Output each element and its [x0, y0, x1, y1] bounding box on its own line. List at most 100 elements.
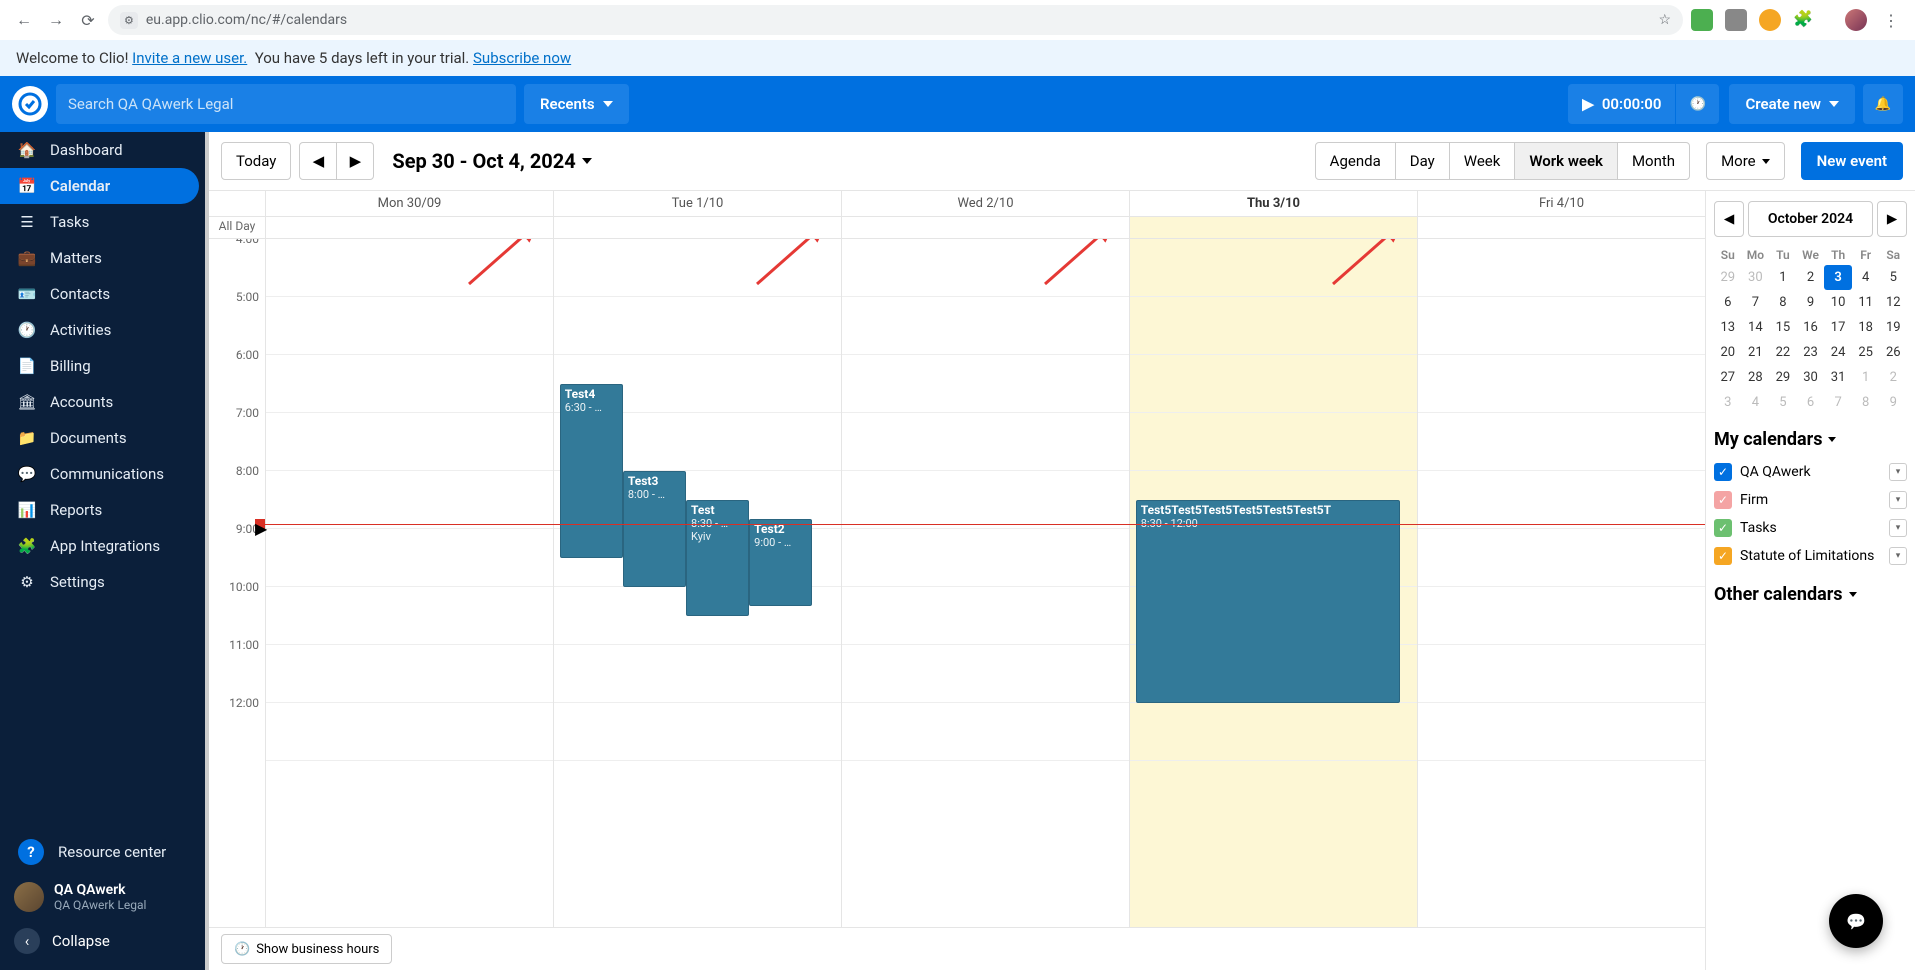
profile-avatar[interactable]	[1845, 9, 1867, 31]
new-event-button[interactable]: New event	[1801, 142, 1903, 180]
mini-day[interactable]: 29	[1714, 265, 1742, 290]
url-bar[interactable]: ⚙ eu.app.clio.com/nc/#/calendars ☆	[108, 5, 1683, 35]
day-column[interactable]	[841, 239, 1129, 927]
mini-day[interactable]: 30	[1742, 265, 1770, 290]
site-info-icon[interactable]: ⚙	[120, 12, 138, 29]
date-range-picker[interactable]: Sep 30 - Oct 4, 2024	[392, 149, 591, 173]
calendar-checkbox[interactable]: ✓	[1714, 491, 1732, 509]
mini-day[interactable]: 12	[1879, 290, 1907, 315]
sidebar-item-calendar[interactable]: 📅Calendar	[0, 168, 199, 204]
mini-day[interactable]: 29	[1769, 365, 1797, 390]
view-month[interactable]: Month	[1617, 142, 1690, 180]
prev-button[interactable]: ◀	[299, 142, 337, 180]
browser-forward-icon[interactable]: →	[44, 8, 68, 32]
allday-cell[interactable]	[265, 217, 553, 238]
mini-day[interactable]: 20	[1714, 340, 1742, 365]
mini-day[interactable]: 8	[1852, 390, 1880, 415]
mini-day[interactable]: 1	[1852, 365, 1880, 390]
mini-day[interactable]: 7	[1742, 290, 1770, 315]
day-column[interactable]: Test5Test5Test5Test5Test5Test5T8:30 - 12…	[1129, 239, 1417, 927]
extensions-icon[interactable]: 🧩	[1793, 9, 1815, 31]
recents-button[interactable]: Recents	[524, 84, 629, 124]
show-business-hours-button[interactable]: 🕐 Show business hours	[221, 934, 392, 964]
today-button[interactable]: Today	[221, 142, 291, 180]
allday-cell[interactable]	[1129, 217, 1417, 238]
next-button[interactable]: ▶	[336, 142, 374, 180]
mini-day[interactable]: 4	[1852, 265, 1880, 290]
calendar-grid[interactable]: 4:005:006:007:008:009:0010:0011:0012:00 …	[209, 239, 1705, 927]
view-day[interactable]: Day	[1395, 142, 1450, 180]
mini-day[interactable]: 13	[1714, 315, 1742, 340]
sidebar-item-tasks[interactable]: ☰Tasks	[0, 204, 205, 240]
day-column[interactable]	[265, 239, 553, 927]
mini-day[interactable]: 19	[1879, 315, 1907, 340]
my-calendars-toggle[interactable]: My calendars	[1714, 429, 1907, 450]
create-new-button[interactable]: Create new	[1729, 84, 1855, 124]
calendar-event[interactable]: Test29:00 - …	[749, 519, 812, 606]
extension-icon[interactable]	[1725, 9, 1747, 31]
mini-day[interactable]: 11	[1852, 290, 1880, 315]
calendar-item-menu[interactable]: ▾	[1889, 547, 1907, 565]
sidebar-item-app-integrations[interactable]: 🧩App Integrations	[0, 528, 205, 564]
day-header[interactable]: Thu 3/10	[1129, 191, 1417, 216]
mini-day[interactable]: 9	[1879, 390, 1907, 415]
app-logo[interactable]	[12, 86, 48, 122]
calendar-event[interactable]: Test8:30 - …Kyiv	[686, 500, 749, 616]
mini-day[interactable]: 17	[1824, 315, 1852, 340]
view-agenda[interactable]: Agenda	[1315, 142, 1396, 180]
day-column[interactable]: Test46:30 - …Test38:00 - …Test8:30 - …Ky…	[553, 239, 841, 927]
sidebar-item-contacts[interactable]: 🪪Contacts	[0, 276, 205, 312]
sidebar-item-documents[interactable]: 📁Documents	[0, 420, 205, 456]
sidebar-item-billing[interactable]: 📄Billing	[0, 348, 205, 384]
day-header[interactable]: Tue 1/10	[553, 191, 841, 216]
mini-day[interactable]: 2	[1797, 265, 1825, 290]
mini-day[interactable]: 24	[1824, 340, 1852, 365]
extension-icon[interactable]	[1759, 9, 1781, 31]
mini-day[interactable]: 25	[1852, 340, 1880, 365]
mini-day[interactable]: 8	[1769, 290, 1797, 315]
calendar-item-menu[interactable]: ▾	[1889, 491, 1907, 509]
mini-cal-month[interactable]: October 2024	[1748, 201, 1873, 237]
mini-day[interactable]: 7	[1824, 390, 1852, 415]
mini-day[interactable]: 23	[1797, 340, 1825, 365]
calendar-item-menu[interactable]: ▾	[1889, 463, 1907, 481]
sidebar-item-dashboard[interactable]: 🏠Dashboard	[0, 132, 205, 168]
notifications-button[interactable]: 🔔	[1863, 84, 1903, 124]
mini-day[interactable]: 30	[1797, 365, 1825, 390]
sidebar-item-activities[interactable]: 🕐Activities	[0, 312, 205, 348]
extension-icon[interactable]	[1691, 9, 1713, 31]
mini-day[interactable]: 9	[1797, 290, 1825, 315]
sidebar-item-accounts[interactable]: 🏛Accounts	[0, 384, 205, 420]
mini-cal-prev[interactable]: ◀	[1714, 201, 1744, 237]
search-input[interactable]: Search QA QAwerk Legal	[56, 84, 516, 124]
mini-day[interactable]: 6	[1714, 290, 1742, 315]
more-button[interactable]: More	[1706, 142, 1785, 180]
mini-day[interactable]: 22	[1769, 340, 1797, 365]
view-week[interactable]: Week	[1449, 142, 1516, 180]
mini-day[interactable]: 14	[1742, 315, 1770, 340]
mini-day[interactable]: 28	[1742, 365, 1770, 390]
mini-day[interactable]: 6	[1797, 390, 1825, 415]
browser-back-icon[interactable]: ←	[12, 8, 36, 32]
calendar-checkbox[interactable]: ✓	[1714, 519, 1732, 537]
subscribe-link[interactable]: Subscribe now	[473, 49, 571, 67]
mini-day[interactable]: 26	[1879, 340, 1907, 365]
other-calendars-toggle[interactable]: Other calendars	[1714, 584, 1907, 605]
day-header[interactable]: Fri 4/10	[1417, 191, 1705, 216]
mini-day[interactable]: 16	[1797, 315, 1825, 340]
calendar-event[interactable]: Test5Test5Test5Test5Test5Test5T8:30 - 12…	[1136, 500, 1400, 703]
mini-day[interactable]: 21	[1742, 340, 1770, 365]
sidebar-item-matters[interactable]: 💼Matters	[0, 240, 205, 276]
star-icon[interactable]: ☆	[1658, 12, 1671, 28]
day-header[interactable]: Mon 30/09	[265, 191, 553, 216]
calendar-event[interactable]: Test46:30 - …	[560, 384, 623, 558]
timer-history-button[interactable]: 🕐	[1675, 84, 1719, 124]
day-column[interactable]	[1417, 239, 1705, 927]
mini-day[interactable]: 27	[1714, 365, 1742, 390]
allday-cell[interactable]	[553, 217, 841, 238]
mini-day[interactable]: 3	[1824, 265, 1852, 290]
calendar-item-menu[interactable]: ▾	[1889, 519, 1907, 537]
chat-button[interactable]: 💬	[1829, 894, 1883, 948]
mini-cal-next[interactable]: ▶	[1877, 201, 1907, 237]
browser-reload-icon[interactable]: ⟳	[76, 8, 100, 32]
